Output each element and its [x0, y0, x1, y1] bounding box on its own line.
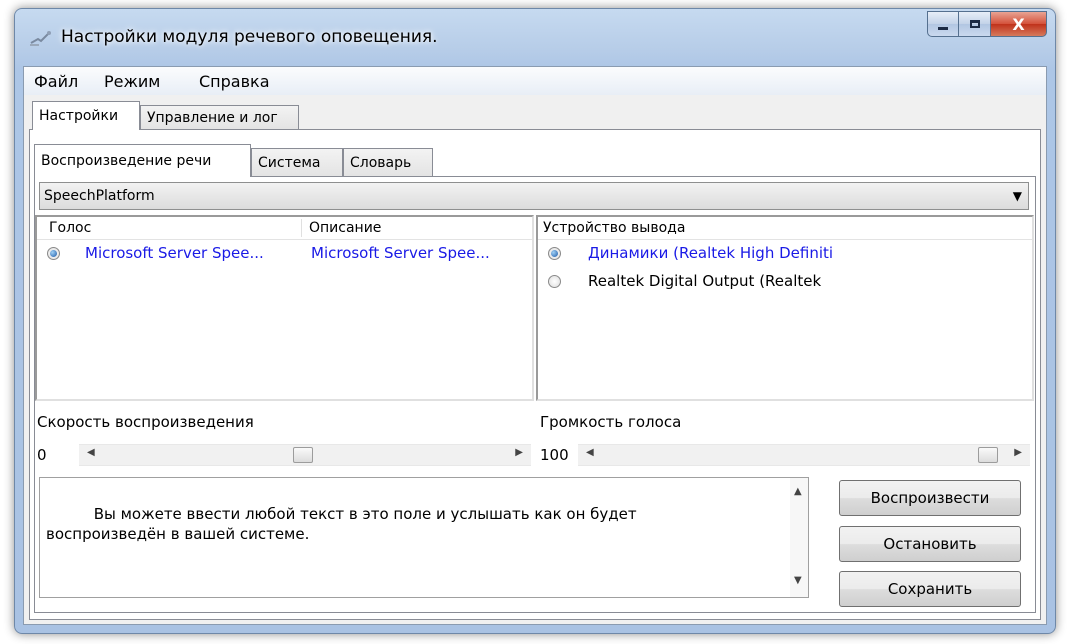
voice-list[interactable]: Голос Описание Microsoft Server Spee... … — [35, 215, 534, 401]
save-button[interactable]: Сохранить — [839, 571, 1021, 607]
menu-bar: Файл Режим Справка — [24, 67, 1046, 95]
device-column-header[interactable]: Устройство вывода — [543, 220, 685, 236]
voice-radio[interactable] — [47, 247, 60, 260]
volume-value: 100 — [540, 446, 569, 464]
close-icon: X — [1012, 14, 1025, 34]
speed-slider[interactable]: ◀ ▶ — [79, 444, 531, 466]
tab-dictionary[interactable]: Словарь — [343, 148, 433, 177]
window-title: Настройки модуля речевого оповещения. — [61, 27, 438, 47]
voice-description: Microsoft Server Spee... — [311, 244, 490, 262]
maximize-icon — [969, 20, 980, 28]
scroll-right-icon[interactable]: ▶ — [515, 447, 523, 458]
scroll-left-icon[interactable]: ◀ — [87, 447, 95, 458]
play-button[interactable]: Воспроизвести — [839, 480, 1021, 516]
tab-settings[interactable]: Настройки — [32, 101, 140, 130]
device-radio[interactable] — [548, 247, 561, 260]
volume-slider-thumb[interactable] — [978, 447, 998, 463]
engine-select[interactable]: SpeechPlatform ▼ — [39, 182, 1029, 210]
menu-file[interactable]: Файл — [34, 72, 78, 91]
tab-control-log[interactable]: Управление и лог — [140, 105, 299, 130]
device-list-header: Устройство вывода — [538, 217, 1032, 240]
speed-value: 0 — [37, 446, 47, 464]
maximize-button[interactable] — [959, 11, 991, 37]
app-icon — [30, 31, 51, 46]
tab-system[interactable]: Система — [251, 148, 343, 177]
scroll-up-icon[interactable]: ▲ — [794, 482, 802, 502]
client-area: Файл Режим Справка Настройки Управление … — [23, 66, 1047, 625]
device-radio[interactable] — [548, 275, 561, 288]
minimize-button[interactable] — [927, 11, 959, 37]
volume-slider[interactable]: ◀ ▶ — [578, 444, 1030, 466]
scroll-down-icon[interactable]: ▼ — [794, 571, 802, 591]
speed-slider-thumb[interactable] — [293, 447, 313, 463]
text-scrollbar[interactable]: ▲ ▼ — [790, 478, 808, 597]
speech-text-input[interactable]: Вы можете ввести любой текст в это поле … — [39, 477, 809, 598]
volume-label: Громкость голоса — [540, 413, 682, 431]
settings-panel: Воспроизведение речи Система Словарь Spe… — [29, 129, 1041, 620]
close-button[interactable]: X — [991, 11, 1047, 37]
column-divider[interactable] — [301, 219, 302, 237]
voice-row[interactable]: Microsoft Server Spee... Microsoft Serve… — [37, 241, 532, 269]
device-name: Динамики (Realtek High Definiti — [588, 244, 834, 262]
device-row[interactable]: Realtek Digital Output (Realtek — [538, 269, 1032, 297]
device-name: Realtek Digital Output (Realtek — [588, 272, 822, 290]
description-column-header[interactable]: Описание — [309, 220, 381, 236]
tab-speech-playback[interactable]: Воспроизведение речи — [34, 144, 251, 177]
stop-button[interactable]: Остановить — [839, 526, 1021, 562]
voice-list-header: Голос Описание — [37, 217, 532, 240]
voice-column-header[interactable]: Голос — [49, 220, 91, 236]
dropdown-arrow-icon: ▼ — [1012, 189, 1022, 203]
device-list[interactable]: Устройство вывода Динамики (Realtek High… — [536, 215, 1034, 401]
menu-help[interactable]: Справка — [199, 72, 270, 91]
speech-text-value: Вы можете ввести любой текст в это поле … — [46, 505, 637, 543]
speech-playback-panel: SpeechPlatform ▼ Голос Описание Microsof… — [34, 176, 1036, 613]
scroll-left-icon[interactable]: ◀ — [586, 447, 594, 458]
minimize-icon — [938, 26, 948, 30]
voice-name: Microsoft Server Spee... — [85, 244, 264, 262]
speed-label: Скорость воспроизведения — [37, 413, 254, 431]
device-row[interactable]: Динамики (Realtek High Definiti — [538, 241, 1032, 269]
app-window: Настройки модуля речевого оповещения. X … — [14, 8, 1056, 634]
menu-mode[interactable]: Режим — [104, 72, 160, 91]
scroll-right-icon[interactable]: ▶ — [1014, 447, 1022, 458]
title-bar[interactable]: Настройки модуля речевого оповещения. X — [15, 9, 1055, 67]
engine-select-value: SpeechPlatform — [44, 188, 155, 204]
